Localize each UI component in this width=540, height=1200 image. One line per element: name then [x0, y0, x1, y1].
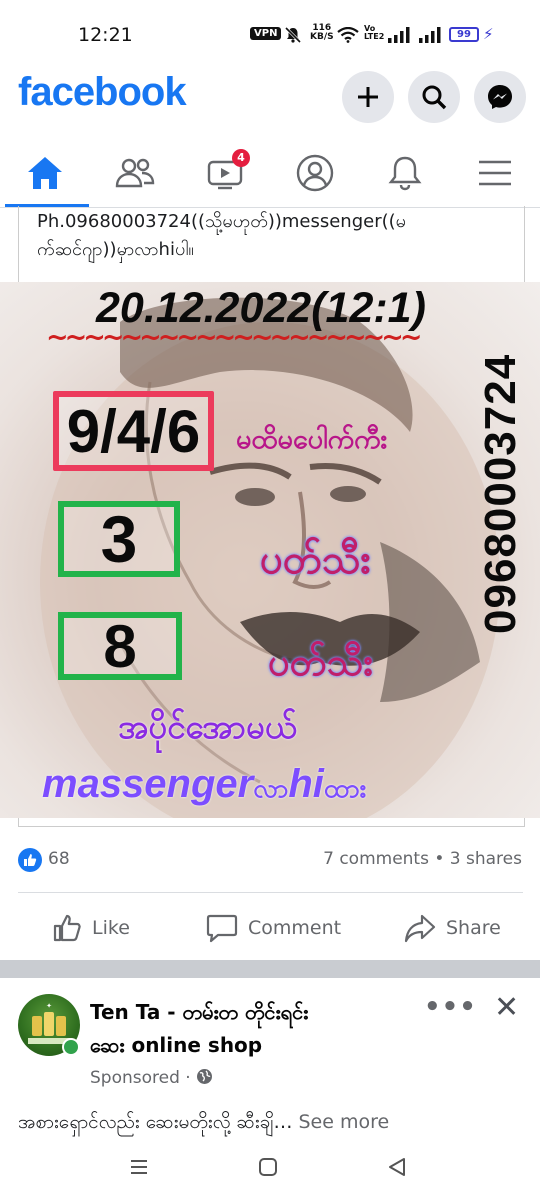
messenger-button[interactable]: [474, 71, 526, 123]
post-body: Ph.09680003724((သို့မဟုတ်))messenger((မ …: [18, 206, 525, 282]
post-image[interactable]: 20.12.2022(12:1) ~~~~~~~~~~~~~~~~~~~~ 9/…: [0, 282, 540, 818]
comment-button[interactable]: Comment: [206, 906, 341, 950]
back-icon[interactable]: [386, 1156, 408, 1178]
feed-separator: [0, 960, 540, 978]
profile-icon: [296, 154, 334, 192]
tab-profile[interactable]: [270, 140, 360, 206]
image-phone-number: 09680003724: [476, 353, 525, 634]
share-icon: [404, 914, 436, 943]
notification-badge: 4: [232, 149, 250, 167]
friends-icon: [115, 158, 155, 188]
image-tilde-divider: ~~~~~~~~~~~~~~~~~~~~: [46, 322, 422, 353]
more-options-icon[interactable]: •••: [424, 992, 477, 1022]
signal-icon-2: [419, 27, 441, 43]
tab-home[interactable]: [0, 140, 90, 206]
comments-shares-count[interactable]: 7 comments • 3 shares: [323, 849, 522, 869]
footer-hi: hi: [288, 762, 324, 806]
tab-watch[interactable]: 4: [180, 140, 270, 206]
sponsored-label: Sponsored ·: [90, 1068, 213, 1088]
like-count[interactable]: 68: [48, 849, 70, 869]
post-text-line-2: က်ဆင်ဂျာ))မှာလာhiပါ။: [37, 239, 194, 260]
hamburger-menu-icon: [479, 160, 511, 186]
signal-icon: [388, 27, 410, 43]
status-time: 12:21: [78, 24, 133, 46]
vpn-icon: VPN: [250, 27, 282, 40]
see-more-link[interactable]: See more: [299, 1111, 390, 1133]
advertiser-name[interactable]: Ten Ta - တမ်းတ တိုင်းရင်း ဆေး online sho…: [90, 996, 410, 1062]
stats-divider: [18, 892, 523, 893]
home-icon: [28, 157, 62, 189]
number-box-1: 9/4/6: [53, 391, 214, 471]
footer-la: လာ: [253, 774, 289, 804]
home-button-icon[interactable]: [257, 1156, 279, 1178]
net-speed: 116 KB/S: [310, 24, 334, 42]
mute-bell-icon: [284, 26, 302, 44]
number-box-2-value: 3: [100, 502, 138, 576]
bell-icon: [388, 156, 422, 191]
footer-massenger: massenger: [42, 762, 254, 806]
box-2-label: ပတ်သီး: [260, 537, 371, 583]
thumbs-up-icon: [24, 854, 37, 866]
volte-icon: Vo LTE2: [364, 25, 384, 41]
tab-friends[interactable]: [90, 140, 180, 206]
search-icon: [422, 85, 447, 110]
number-box-2: 3: [58, 501, 180, 577]
facebook-logo[interactable]: facebook: [18, 70, 187, 115]
status-bar: 12:21 VPN 116 KB/S Vo LTE2 99 ⚡: [0, 0, 540, 62]
sponsored-post-text: အစားရှောင်လည်း ဆေးမတိုးလို့ ဆီးချိ… See …: [18, 1110, 523, 1138]
sponsored-text: Sponsored ·: [90, 1068, 191, 1088]
close-icon[interactable]: ✕: [494, 990, 519, 1025]
share-label: Share: [446, 917, 501, 939]
tab-notifications[interactable]: [360, 140, 450, 206]
net-speed-unit: KB/S: [310, 32, 334, 42]
footer-hta: ထား: [323, 774, 367, 804]
online-status-dot: [62, 1038, 80, 1056]
charging-icon: ⚡: [483, 25, 494, 43]
create-button[interactable]: [342, 71, 394, 123]
share-button[interactable]: Share: [404, 906, 501, 950]
post-text-line-1: Ph.09680003724((သို့မဟုတ်))messenger((မ: [37, 211, 406, 232]
image-footer-line-1: အပိုင်အောမယ်: [118, 707, 297, 746]
messenger-icon: [488, 85, 512, 109]
advertiser-name-line-1: Ten Ta - တမ်းတ တိုင်းရင်း: [90, 1000, 309, 1024]
post-frame-bottom: [18, 818, 525, 827]
volte-bottom: LTE2: [364, 32, 385, 41]
number-box-3: 8: [58, 612, 182, 680]
like-reaction-icon[interactable]: [18, 848, 42, 872]
comment-icon: [206, 914, 238, 943]
box-1-label: မထိမပေါက်ကီး: [236, 424, 388, 455]
number-box-1-value: 9/4/6: [66, 397, 201, 465]
search-button[interactable]: [408, 71, 460, 123]
wifi-icon: [337, 27, 359, 43]
advertiser-name-line-2: ဆေး online shop: [90, 1033, 263, 1057]
main-nav: 4: [0, 140, 540, 208]
comment-label: Comment: [248, 917, 342, 939]
globe-icon: [197, 1069, 213, 1084]
plus-icon: [358, 87, 378, 107]
sponsored-text-body: အစားရှောင်လည်း ဆေးမတိုးလို့ ဆီးချိ…: [18, 1111, 293, 1133]
recent-apps-icon[interactable]: [128, 1156, 150, 1178]
battery-icon: 99: [449, 27, 479, 42]
like-button[interactable]: Like: [52, 906, 130, 950]
number-box-3-value: 8: [103, 612, 137, 680]
system-navigation-bar: [0, 1146, 540, 1200]
tab-menu[interactable]: [450, 140, 540, 206]
image-footer-line-2: massengerလာhiထား: [42, 762, 366, 810]
like-icon: [53, 914, 81, 942]
box-3-label: ပတ်သီး: [268, 640, 374, 684]
like-label: Like: [92, 917, 130, 939]
svg-text:✦: ✦: [46, 1002, 52, 1010]
